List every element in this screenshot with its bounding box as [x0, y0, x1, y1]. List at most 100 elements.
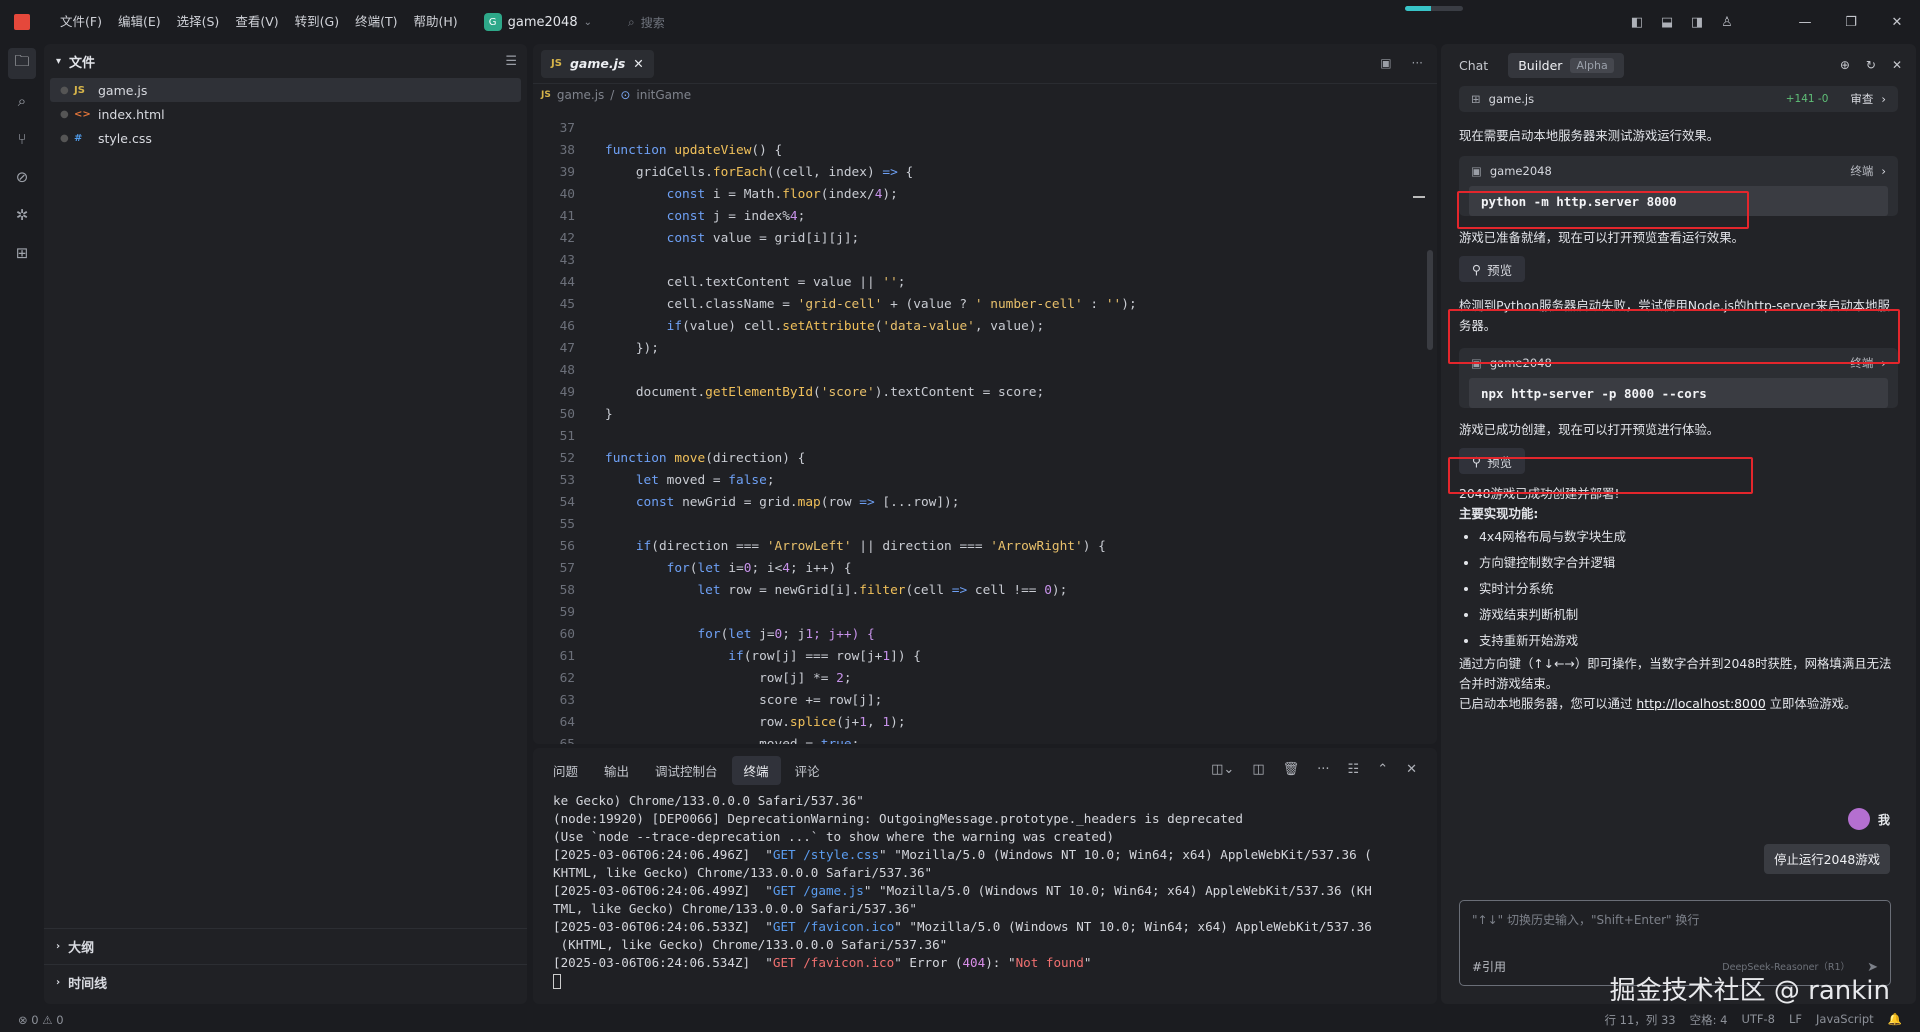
outline-section[interactable]: › 大纲: [44, 928, 527, 964]
menu-terminal[interactable]: 终端(T): [347, 0, 405, 44]
editor-scrollbar[interactable]: [1427, 250, 1433, 350]
tab-output[interactable]: 输出: [592, 756, 641, 785]
more-icon[interactable]: ···: [1317, 762, 1329, 777]
code-line[interactable]: 45 cell.className = 'grid-cell' + (value…: [533, 294, 1437, 316]
cursor-position[interactable]: 行 11，列 33: [1605, 1012, 1676, 1028]
code-line[interactable]: 54 const newGrid = grid.map(row => [...r…: [533, 492, 1437, 514]
toggle-sidebar-icon[interactable]: ◧: [1622, 15, 1652, 30]
project-switcher[interactable]: G game2048 ⌄: [483, 13, 592, 31]
filter-icon[interactable]: ☰: [505, 54, 517, 69]
more-icon[interactable]: ···: [1412, 56, 1423, 70]
close-panel-icon[interactable]: ✕: [1406, 762, 1417, 777]
tab-comments[interactable]: 评论: [783, 756, 832, 785]
code-line[interactable]: 55: [533, 514, 1437, 536]
explorer-icon[interactable]: 🗀: [0, 44, 44, 82]
code-line[interactable]: 40 const i = Math.floor(index/4);: [533, 184, 1437, 206]
code-line[interactable]: 51: [533, 426, 1437, 448]
quote-button[interactable]: #引用: [1472, 958, 1506, 975]
code-line[interactable]: 62 row[j] *= 2;: [533, 668, 1437, 690]
code-line[interactable]: 49 document.getElementById('score').text…: [533, 382, 1437, 404]
problems-status[interactable]: ⊗ 0 ⚠ 0: [0, 1013, 64, 1027]
review-link[interactable]: 审查: [1850, 91, 1873, 107]
line-ending[interactable]: LF: [1789, 1012, 1802, 1028]
code-line[interactable]: 39 gridCells.forEach((cell, index) => {: [533, 162, 1437, 184]
split-editor-icon[interactable]: ▣: [1380, 56, 1391, 70]
bell-icon[interactable]: 🔔: [1888, 1012, 1902, 1028]
code-line[interactable]: 58 let row = newGrid[i].filter(cell => c…: [533, 580, 1437, 602]
code-line[interactable]: 50}: [533, 404, 1437, 426]
line-number: 50: [559, 407, 575, 422]
code-line[interactable]: 61 if(row[j] === row[j+1]) {: [533, 646, 1437, 668]
toggle-panel-icon[interactable]: ⬓: [1652, 15, 1682, 30]
split-terminal-icon[interactable]: ◫⌄: [1211, 762, 1234, 777]
close-icon[interactable]: ✕: [1892, 58, 1902, 72]
localhost-link[interactable]: http://localhost:8000: [1636, 696, 1765, 711]
file-change-card[interactable]: ⊞ game.js +141 -0 审查 ›: [1459, 86, 1898, 112]
layout-icon[interactable]: ◫: [1252, 762, 1264, 777]
code-line[interactable]: 52 function move(direction) {: [533, 448, 1437, 470]
file-item[interactable]: ● JS game.js: [50, 78, 521, 102]
remote-icon[interactable]: ⊘: [0, 158, 44, 196]
new-chat-icon[interactable]: ⊕: [1840, 58, 1850, 72]
source-control-icon[interactable]: ⑂: [0, 120, 44, 158]
close-icon[interactable]: ✕: [633, 56, 643, 71]
explorer-header[interactable]: ▾ 文件 ☰: [44, 44, 527, 78]
indentation[interactable]: 空格: 4: [1690, 1012, 1728, 1028]
menu-edit[interactable]: 编辑(E): [110, 0, 169, 44]
tab-terminal[interactable]: 终端: [731, 755, 781, 785]
menu-view[interactable]: 查看(V): [227, 0, 286, 44]
code-line[interactable]: 56 if(direction === 'ArrowLeft' || direc…: [533, 536, 1437, 558]
code-line[interactable]: 48: [533, 360, 1437, 382]
code-line[interactable]: 65 moved = true;: [533, 734, 1437, 744]
file-item[interactable]: ● <> index.html: [50, 102, 521, 126]
file-item[interactable]: ● # style.css: [50, 126, 521, 150]
code-line[interactable]: 57 for(let i=0; i<4; i++) {: [533, 558, 1437, 580]
terminal-output[interactable]: ke Gecko) Chrome/133.0.0.0 Safari/537.36…: [533, 792, 1437, 990]
menu-file[interactable]: 文件(F): [52, 0, 110, 44]
history-icon[interactable]: ↻: [1866, 58, 1876, 72]
code-line[interactable]: 59: [533, 602, 1437, 624]
search-view-icon[interactable]: ⌕: [0, 82, 44, 120]
menu-go[interactable]: 转到(G): [287, 0, 347, 44]
code-line[interactable]: 42 const value = grid[i][j];: [533, 228, 1437, 250]
tab-builder[interactable]: Builder Alpha: [1508, 52, 1624, 78]
terminal-prompt[interactable]: [533, 972, 1437, 990]
encoding[interactable]: UTF-8: [1741, 1012, 1775, 1028]
code-line[interactable]: 38 function updateView() {: [533, 140, 1437, 162]
code-line[interactable]: 44 cell.textContent = value || '';: [533, 272, 1437, 294]
breadcrumb-symbol[interactable]: initGame: [636, 88, 691, 102]
tab-problems[interactable]: 问题: [541, 756, 590, 785]
code-line[interactable]: 47 });: [533, 338, 1437, 360]
menu-help[interactable]: 帮助(H): [405, 0, 465, 44]
maximize-panel-icon[interactable]: ⌃: [1377, 762, 1388, 777]
open-terminal-link[interactable]: 终端: [1850, 163, 1873, 179]
breadcrumb-file[interactable]: game.js: [557, 88, 604, 102]
code-line[interactable]: 53 let moved = false;: [533, 470, 1437, 492]
code-line[interactable]: 41 const j = index%4;: [533, 206, 1437, 228]
code-line[interactable]: 63 score += row[j];: [533, 690, 1437, 712]
debug-icon[interactable]: ✲: [0, 196, 44, 234]
account-icon[interactable]: ♙: [1712, 15, 1742, 30]
tab-chat[interactable]: Chat: [1459, 58, 1488, 73]
restore-icon[interactable]: ❐: [1828, 15, 1874, 30]
menu-selection[interactable]: 选择(S): [169, 0, 228, 44]
trash-icon[interactable]: 🗑: [1283, 762, 1300, 777]
preview-button[interactable]: ⚲ 预览: [1459, 256, 1525, 282]
language-mode[interactable]: JavaScript: [1816, 1012, 1874, 1028]
code-line[interactable]: 60 for(let j=0; j1; j++) {: [533, 624, 1437, 646]
editor-tab-game-js[interactable]: JS game.js ✕: [541, 49, 654, 78]
settings-icon[interactable]: ☷: [1348, 762, 1360, 777]
extensions-icon[interactable]: ⊞: [0, 234, 44, 272]
close-window-icon[interactable]: ✕: [1874, 15, 1920, 30]
minimize-icon[interactable]: —: [1782, 15, 1828, 30]
code-area[interactable]: 37 38 function updateView() {39 gridCells.…: [533, 118, 1437, 744]
code-line[interactable]: 46 if(value) cell.setAttribute('data-val…: [533, 316, 1437, 338]
code-line[interactable]: 43: [533, 250, 1437, 272]
code-line[interactable]: 64 row.splice(j+1, 1);: [533, 712, 1437, 734]
toggle-secondary-sidebar-icon[interactable]: ◨: [1682, 15, 1712, 30]
code-line[interactable]: 37: [533, 118, 1437, 140]
tab-debug-console[interactable]: 调试控制台: [643, 756, 730, 785]
search-box[interactable]: ⌕ 搜索: [628, 14, 665, 31]
timeline-section[interactable]: › 时间线: [44, 964, 527, 1000]
